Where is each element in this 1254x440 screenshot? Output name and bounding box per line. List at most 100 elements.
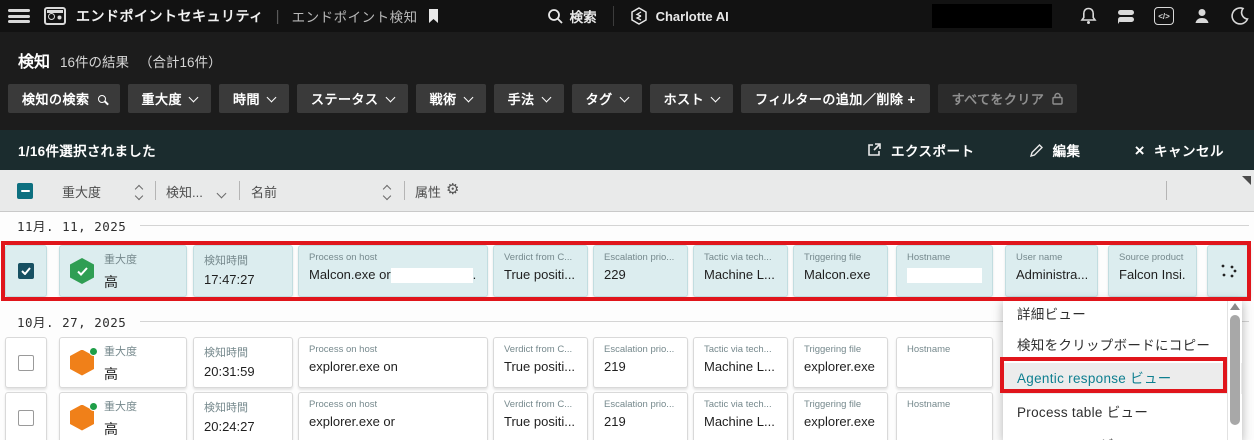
bookmark-icon[interactable] <box>428 9 439 24</box>
scrollbar-thumb[interactable] <box>1230 315 1240 425</box>
severity-new-icon <box>70 405 94 431</box>
cell-source-product: Source productFalcon Insi... <box>1108 245 1197 297</box>
menu-item-detail-view[interactable]: 詳細ビュー <box>1003 299 1242 330</box>
severity-new-icon <box>70 350 94 376</box>
filter-tactic[interactable]: 戦術 <box>416 84 486 113</box>
chevron-down-icon <box>541 92 551 102</box>
clear-all-button[interactable]: すべてをクリア <box>938 84 1078 113</box>
row-checkbox[interactable] <box>18 410 34 426</box>
chevron-down-icon <box>711 92 721 102</box>
total-count: （合計16件） <box>139 51 222 71</box>
check-icon <box>21 267 31 275</box>
menu-scrollbar[interactable] <box>1227 299 1241 440</box>
chevron-down-icon <box>189 92 199 102</box>
cell-severity: 重大度高 <box>59 392 187 440</box>
row-context-menu: 詳細ビュー 検知をクリップボードにコピー Agentic response ビュ… <box>1003 299 1242 440</box>
selection-action-bar: 1/16件選択されました エクスポート 編集 × キャンセル <box>0 130 1254 170</box>
api-code-icon[interactable]: </> <box>1154 6 1174 26</box>
charlotte-ai-button[interactable]: Charlotte AI <box>630 7 729 25</box>
filter-technique[interactable]: 手法 <box>494 84 564 113</box>
cell-hostname: Hostname <box>896 245 993 297</box>
cell-verdict: Verdict from C...True positi... <box>493 245 588 297</box>
column-detection[interactable]: 検知... <box>166 182 203 201</box>
row-checkbox-cell <box>5 245 47 297</box>
divider <box>613 6 614 26</box>
app-title: エンドポイントセキュリティ <box>76 6 264 26</box>
cell-process-on-host: Process on host explorer.exe on. <box>298 337 488 388</box>
table-header: 重大度 検知... 名前 属性 ⚙ <box>0 170 1254 212</box>
chevron-down-icon[interactable] <box>218 185 225 200</box>
cell-triggering-file: Triggering fileexplorer.exe <box>793 337 888 388</box>
cell-hostname: Hostname <box>896 337 993 388</box>
cancel-button[interactable]: × キャンセル <box>1135 140 1224 160</box>
top-navigation-bar: エンドポイントセキュリティ | エンドポイント検知 検索 Charlotte A… <box>0 0 1254 32</box>
filter-severity[interactable]: 重大度 <box>128 84 212 113</box>
scroll-up-icon[interactable] <box>1230 303 1240 310</box>
charlotte-ai-icon <box>630 7 648 25</box>
chevron-down-icon <box>267 92 277 102</box>
export-icon <box>866 142 882 158</box>
result-count: 16件の結果 <box>60 51 129 71</box>
filter-bar: 検知の検索 重大度 時間 ステータス 戦術 手法 タグ ホスト フィルターの追加… <box>8 84 1077 113</box>
cell-severity: 重大度高 <box>59 245 187 297</box>
column-severity[interactable]: 重大度 <box>62 182 101 201</box>
charlotte-ai-label: Charlotte AI <box>656 9 729 24</box>
dots-menu-icon <box>1219 261 1239 281</box>
cell-escalation-priority: Escalation prio...219 <box>593 337 688 388</box>
cell-tactic: Tactic via tech...Machine L... <box>693 337 788 388</box>
cell-tactic: Tactic via tech...Machine L... <box>693 245 788 297</box>
filter-tag[interactable]: タグ <box>572 84 642 113</box>
table-row[interactable]: 重大度高 検知時間 20:31:59 Process on host explo… <box>5 337 1005 388</box>
sort-icon[interactable] <box>384 184 390 199</box>
menu-item-process-tree-view[interactable]: Process tree ビュー <box>1003 430 1242 440</box>
table-row[interactable]: 重大度高 検知時間 20:24:27 Process on host explo… <box>5 392 1005 440</box>
menu-item-copy-to-clipboard[interactable]: 検知をクリップボードにコピー <box>1003 330 1242 361</box>
menu-item-agentic-response-view[interactable]: Agentic response ビュー <box>1003 363 1242 394</box>
cell-tactic: Tactic via tech...Machine L... <box>693 392 788 440</box>
filter-host[interactable]: ホスト <box>650 84 734 113</box>
detection-search-button[interactable]: 検知の検索 <box>8 84 120 113</box>
export-button[interactable]: エクスポート <box>866 140 975 160</box>
cell-verdict: Verdict from C...True positi... <box>493 337 588 388</box>
row-actions-button[interactable] <box>1207 245 1251 297</box>
redacted-text <box>398 360 476 375</box>
edit-button[interactable]: 編集 <box>1029 140 1081 160</box>
lock-icon <box>1052 92 1063 105</box>
cell-severity: 重大度高 <box>59 337 187 388</box>
page-title: 検知 <box>18 48 50 72</box>
close-icon: × <box>1135 142 1145 159</box>
add-remove-filter-button[interactable]: フィルターの追加／削除 + <box>741 84 929 113</box>
global-search-button[interactable]: 検索 <box>547 6 597 26</box>
row-checkbox-cell <box>5 392 47 440</box>
sort-icon[interactable] <box>136 184 142 199</box>
cell-process-on-host: Process on host explorer.exe or <box>298 392 488 440</box>
filter-time[interactable]: 時間 <box>219 84 289 113</box>
search-icon <box>547 8 563 24</box>
scroll-corner-icon[interactable] <box>1242 176 1251 185</box>
redacted-text <box>391 268 473 283</box>
row-checkbox[interactable] <box>18 355 34 371</box>
notifications-bell-icon[interactable] <box>1078 6 1098 26</box>
chevron-down-icon <box>463 92 473 102</box>
messages-icon[interactable] <box>1116 6 1136 26</box>
dark-mode-moon-icon[interactable] <box>1230 6 1250 26</box>
divider: | <box>276 8 280 25</box>
column-name[interactable]: 名前 <box>251 182 277 201</box>
user-profile-icon[interactable] <box>1192 6 1212 26</box>
row-checkbox[interactable] <box>18 263 34 279</box>
menu-item-process-table-view[interactable]: Process table ビュー <box>1003 397 1242 428</box>
select-all-checkbox[interactable] <box>17 183 33 199</box>
hamburger-menu-icon[interactable] <box>8 9 30 23</box>
filter-status[interactable]: ステータス <box>297 84 408 113</box>
pencil-icon <box>1029 143 1044 158</box>
cell-triggering-file: Triggering fileexplorer.exe <box>793 392 888 440</box>
table-row[interactable]: 重大度高 検知時間 17:47:27 Process on host Malco… <box>5 245 1251 297</box>
gear-icon[interactable]: ⚙ <box>446 180 459 198</box>
search-icon <box>98 95 106 103</box>
app-icon[interactable] <box>44 7 66 25</box>
breadcrumb[interactable]: エンドポイント検知 <box>292 6 418 26</box>
search-label: 検索 <box>570 6 597 26</box>
cell-detect-time: 検知時間 17:47:27 <box>193 245 293 297</box>
page-header: 検知 16件の結果 （合計16件） 検知の検索 重大度 時間 ステータス 戦術 … <box>0 32 1254 130</box>
cell-detect-time: 検知時間 20:24:27 <box>193 392 293 440</box>
